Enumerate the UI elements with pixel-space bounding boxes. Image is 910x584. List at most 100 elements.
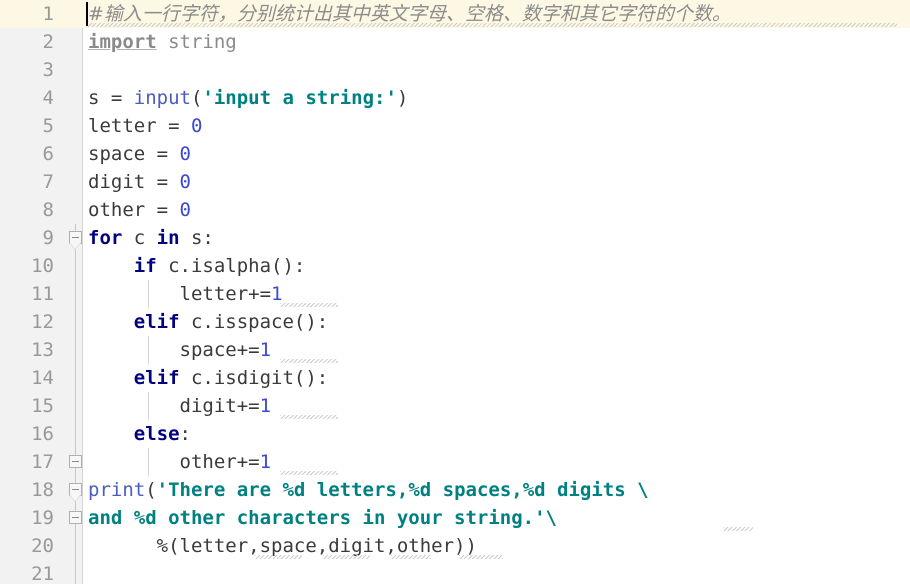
line-number: 5 [42,115,54,137]
token-keyword: in [156,227,180,249]
fold-toggle-17[interactable] [69,455,82,468]
token-plain: ( [190,87,203,109]
indent-guide [148,448,149,476]
token-plain: s: [179,227,214,249]
token-number: 1 [259,339,272,361]
code-line[interactable]: import string [83,28,910,56]
line-number-row[interactable]: 12 [0,308,83,336]
code-line-content: import string [88,28,237,56]
indent-guide [148,336,149,364]
token-plain: c.isdigit(): [179,367,329,389]
line-number: 18 [31,479,54,501]
code-line-content: letter+=1 [88,280,283,308]
code-line-content: space+=1 [88,336,272,364]
token-plain: c [122,227,157,249]
line-number-row[interactable]: 7 [0,168,83,196]
line-number-row[interactable]: 6 [0,140,83,168]
code-line-content: else: [88,420,191,448]
line-number-row[interactable]: 4 [0,84,83,112]
token-import: import [88,31,157,53]
line-number-row[interactable]: 1 [0,0,83,28]
text-caret [86,2,88,26]
line-number: 6 [42,143,54,165]
token-plain: ( [145,479,157,501]
token-unused: string [168,31,237,53]
token-number: 0 [179,171,191,193]
code-line[interactable]: elif c.isspace(): [83,308,910,336]
code-line[interactable]: other = 0 [83,196,910,224]
code-text-area[interactable]: #输入一行字符，分别统计出其中英文字母、空格、数字和其它字符的个数。 import… [83,0,910,584]
code-line-content: other = 0 [88,196,191,224]
inspection-squiggle [391,555,431,559]
line-number: 21 [31,563,54,584]
line-number-row[interactable]: 14 [0,364,83,392]
token-number: 0 [190,115,203,137]
code-line-content: and %d other characters in your string.'… [88,504,557,532]
code-line[interactable]: digit = 0 [83,168,910,196]
code-line[interactable]: and %d other characters in your string.'… [83,504,910,532]
token-number: 1 [259,395,272,417]
code-line[interactable]: letter+=1 [83,280,910,308]
code-line[interactable]: letter = 0 [83,112,910,140]
line-number-row[interactable]: 10 [0,252,83,280]
line-number: 12 [31,311,54,333]
token-plain: letter+= [88,283,272,305]
inspection-squiggle [280,471,338,475]
inspection-squiggle [323,555,370,559]
line-number-row[interactable]: 3 [0,56,83,84]
token-plain: : [179,423,191,445]
code-line[interactable]: other+=1 [83,448,910,476]
code-editor[interactable]: 1 2 3 4 5 6 7 8 9 10 11 12 13 14 15 16 17 18 19 20 21 #输入一行字… [0,0,910,584]
line-number-row[interactable]: 8 [0,196,83,224]
line-number-row[interactable]: 15 [0,392,83,420]
code-line[interactable]: space = 0 [83,140,910,168]
line-number: 4 [42,87,54,109]
indent-guide [148,280,149,308]
token-string: 'input a string:' [202,87,397,109]
line-number-row[interactable]: 5 [0,112,83,140]
code-line[interactable]: if c.isalpha(): [83,252,910,280]
token-number: 0 [179,199,191,221]
code-line-content: space = 0 [88,140,191,168]
line-number-row[interactable]: 16 [0,420,83,448]
token-keyword: for [88,227,123,249]
line-number-row[interactable]: 2 [0,28,83,56]
indent-guide [148,392,149,420]
token-plain: digit = [88,171,180,193]
line-number: 11 [31,283,54,305]
token-string: 'There are %d letters,%d spaces,%d digit… [156,479,649,501]
code-line[interactable]: space+=1 [83,336,910,364]
inspection-squiggle [87,23,897,27]
token-plain: s = [88,87,134,109]
line-number: 13 [31,339,54,361]
line-number-row[interactable]: 13 [0,336,83,364]
code-line-content: print('There are %d letters,%d spaces,%d… [88,476,649,504]
line-number-row[interactable]: 21 [0,560,83,584]
code-line[interactable]: print('There are %d letters,%d spaces,%d… [83,476,910,504]
code-line[interactable]: elif c.isdigit(): [83,364,910,392]
code-line[interactable]: s = input('input a string:') [83,84,910,112]
inspection-squiggle [280,303,338,307]
token-number: 1 [271,283,283,305]
code-line[interactable] [83,56,910,84]
token-plain: space = [88,143,180,165]
code-line[interactable] [83,560,910,584]
line-number-row[interactable]: 20 [0,532,83,560]
line-number: 10 [31,255,54,277]
token-plain: other = [88,199,180,221]
code-line[interactable]: for c in s: [83,224,910,252]
code-line[interactable]: digit+=1 [83,392,910,420]
token-string: and %d other characters in your string.'… [88,507,557,529]
code-line-content: letter = 0 [88,112,202,140]
fold-toggle-19[interactable] [69,511,82,524]
line-number: 14 [31,367,54,389]
line-number-row[interactable]: 11 [0,280,83,308]
code-line[interactable]: else: [83,420,910,448]
inspection-squiggle [255,555,302,559]
line-number: 16 [31,423,54,445]
line-number: 15 [31,395,54,417]
line-number: 3 [42,59,54,81]
